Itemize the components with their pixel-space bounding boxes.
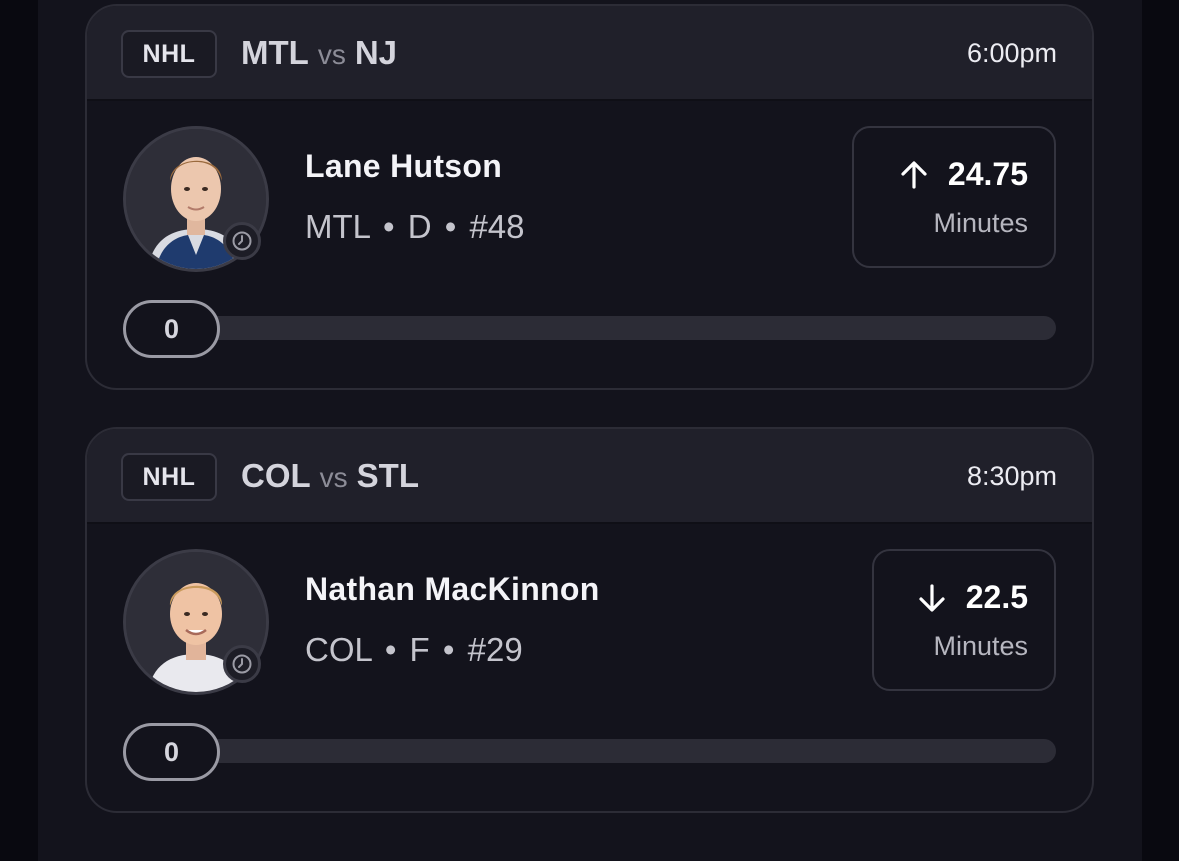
- vs-label: vs: [319, 462, 348, 493]
- player-team: COL: [305, 631, 372, 668]
- matchup: COL vs STL: [241, 457, 419, 495]
- pick-card[interactable]: NHL COL vs STL 8:30pm Nathan MacKinnon C…: [85, 427, 1094, 813]
- stat-line: 24.75: [898, 156, 1028, 193]
- league-badge: NHL: [121, 453, 217, 501]
- player-number: #29: [467, 631, 523, 668]
- stat-label: Minutes: [933, 208, 1028, 238]
- stat-line-box[interactable]: 22.5 Minutes: [872, 549, 1056, 691]
- team-b: NJ: [354, 34, 397, 71]
- vs-label: vs: [317, 39, 346, 70]
- player-name: Lane Hutson: [305, 148, 503, 184]
- separator-dot: •: [444, 208, 457, 245]
- player-number: #48: [469, 208, 525, 245]
- left-rail: [0, 0, 38, 861]
- clock-icon: [223, 645, 261, 683]
- team-a: MTL: [241, 34, 309, 71]
- card-header: NHL COL vs STL 8:30pm: [87, 429, 1092, 524]
- team-b: STL: [356, 457, 419, 494]
- player-meta: COL • F • #29: [305, 631, 523, 669]
- game-time: 6:00pm: [966, 38, 1057, 68]
- stat-label: Minutes: [933, 631, 1028, 661]
- progress-track: [123, 316, 1056, 340]
- separator-dot: •: [384, 631, 397, 668]
- player-name: Nathan MacKinnon: [305, 571, 600, 607]
- game-time: 8:30pm: [966, 461, 1057, 491]
- pick-card[interactable]: NHL MTL vs NJ 6:00pm Lane Hutson MTL • D…: [85, 4, 1094, 390]
- separator-dot: •: [442, 631, 455, 668]
- player-position: F: [409, 631, 430, 668]
- stat-line-box[interactable]: 24.75 Minutes: [852, 126, 1056, 268]
- right-rail: [1142, 0, 1179, 861]
- league-badge: NHL: [121, 30, 217, 78]
- clock-icon: [223, 222, 261, 260]
- stat-line: 22.5: [916, 579, 1028, 616]
- progress-value: 0: [123, 300, 220, 358]
- arrow-down-icon: [919, 583, 945, 612]
- player-meta: MTL • D • #48: [305, 208, 525, 246]
- progress-value: 0: [123, 723, 220, 781]
- player-position: D: [407, 208, 432, 245]
- arrow-up-icon: [901, 160, 927, 189]
- card-header: NHL MTL vs NJ 6:00pm: [87, 6, 1092, 101]
- progress-track: [123, 739, 1056, 763]
- stat-value: 24.75: [947, 156, 1028, 192]
- matchup: MTL vs NJ: [241, 34, 397, 72]
- stat-value: 22.5: [965, 579, 1028, 615]
- separator-dot: •: [382, 208, 395, 245]
- player-team: MTL: [305, 208, 370, 245]
- team-a: COL: [241, 457, 311, 494]
